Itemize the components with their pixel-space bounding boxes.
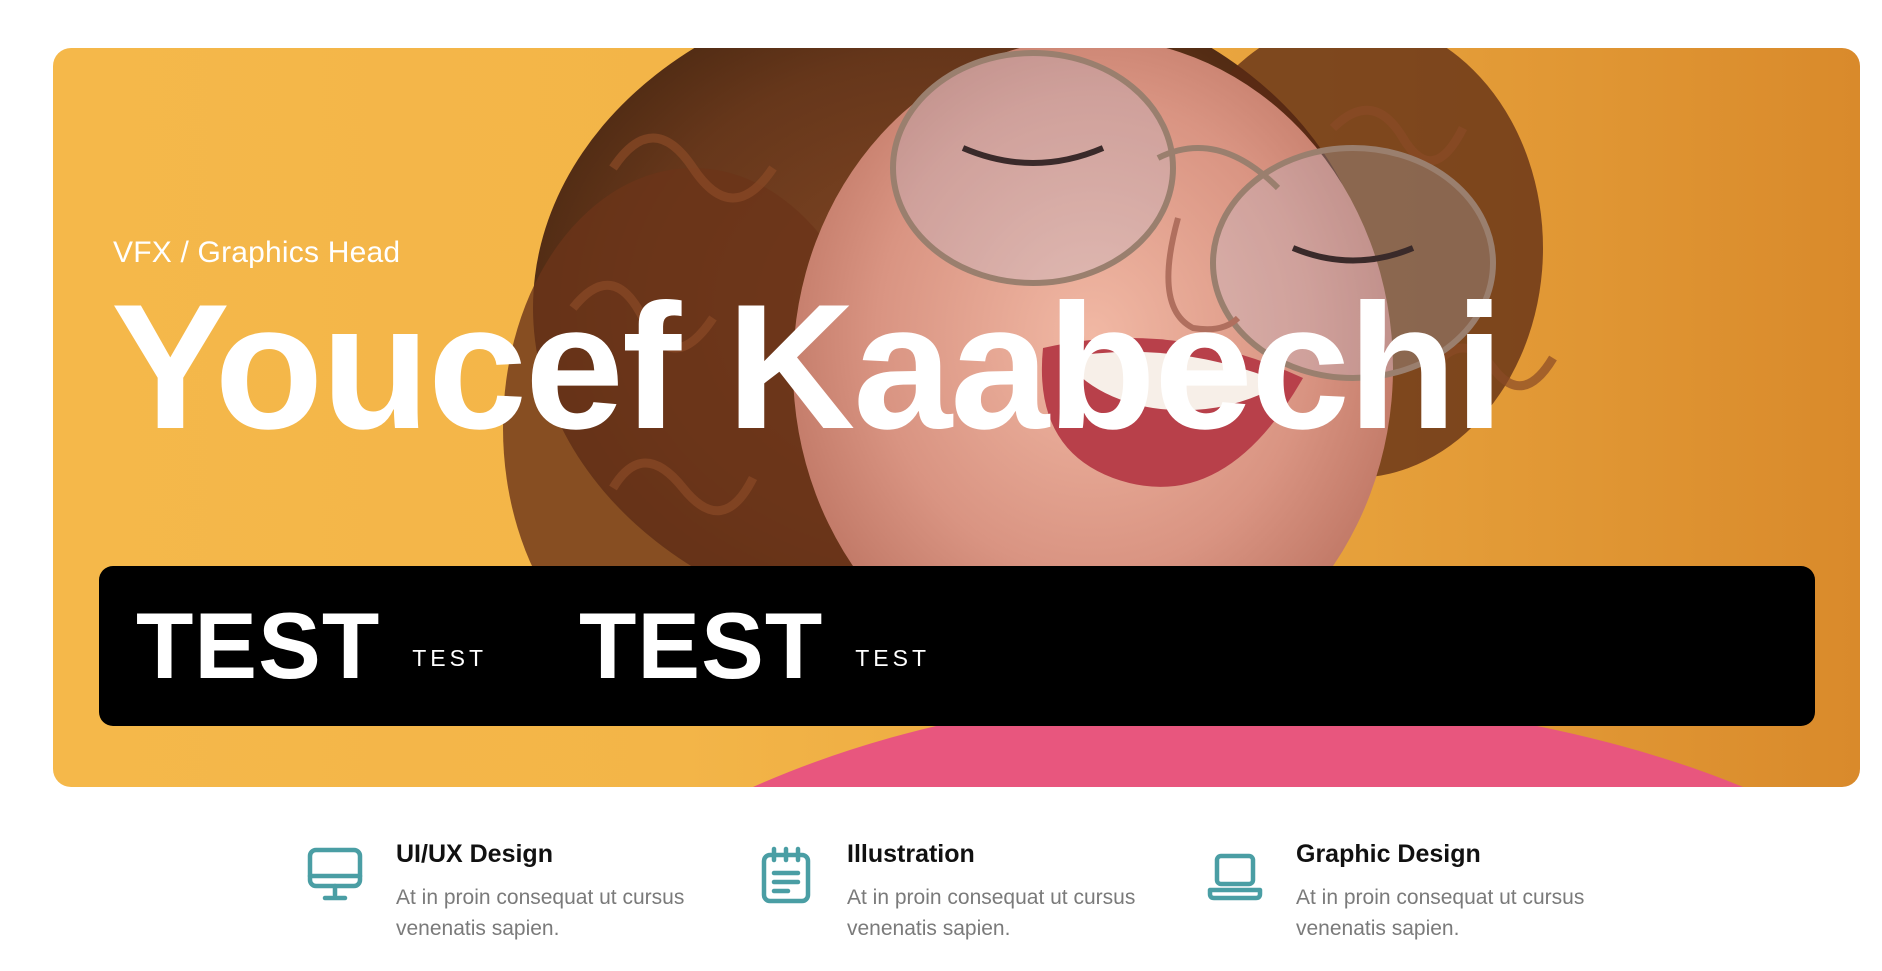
service-description: At in proin consequat ut cursus venenati… bbox=[1296, 886, 1585, 940]
service-illustration: Illustration At in proin consequat ut cu… bbox=[757, 840, 1147, 944]
stat-item: TEST TEST bbox=[579, 599, 930, 693]
monitor-icon bbox=[307, 847, 363, 901]
service-title: Illustration bbox=[847, 840, 975, 868]
service-graphic-design: Graphic Design At in proin consequat ut … bbox=[1206, 840, 1596, 944]
service-title: Graphic Design bbox=[1296, 840, 1481, 868]
stat-value: TEST bbox=[136, 593, 381, 698]
stat-value: TEST bbox=[579, 593, 824, 698]
service-description: At in proin consequat ut cursus venenati… bbox=[396, 886, 685, 940]
stat-item: TEST TEST bbox=[136, 599, 487, 693]
notepad-icon bbox=[761, 846, 811, 904]
services-section: UI/UX Design At in proin consequat ut cu… bbox=[0, 840, 1882, 971]
hero-role-subtitle: VFX / Graphics Head bbox=[113, 236, 401, 269]
service-ui-ux-design: UI/UX Design At in proin consequat ut cu… bbox=[306, 840, 696, 944]
service-title: UI/UX Design bbox=[396, 840, 553, 868]
laptop-icon bbox=[1207, 853, 1263, 901]
stat-label: TEST bbox=[855, 644, 931, 671]
stat-label: TEST bbox=[412, 644, 488, 671]
hero-name-heading: Youcef Kaabechi bbox=[111, 267, 1504, 466]
stats-bar: TEST TEST TEST TEST bbox=[99, 566, 1815, 726]
hero-banner: VFX / Graphics Head Youcef Kaabechi TEST… bbox=[53, 48, 1860, 787]
service-description: At in proin consequat ut cursus venenati… bbox=[847, 886, 1136, 940]
